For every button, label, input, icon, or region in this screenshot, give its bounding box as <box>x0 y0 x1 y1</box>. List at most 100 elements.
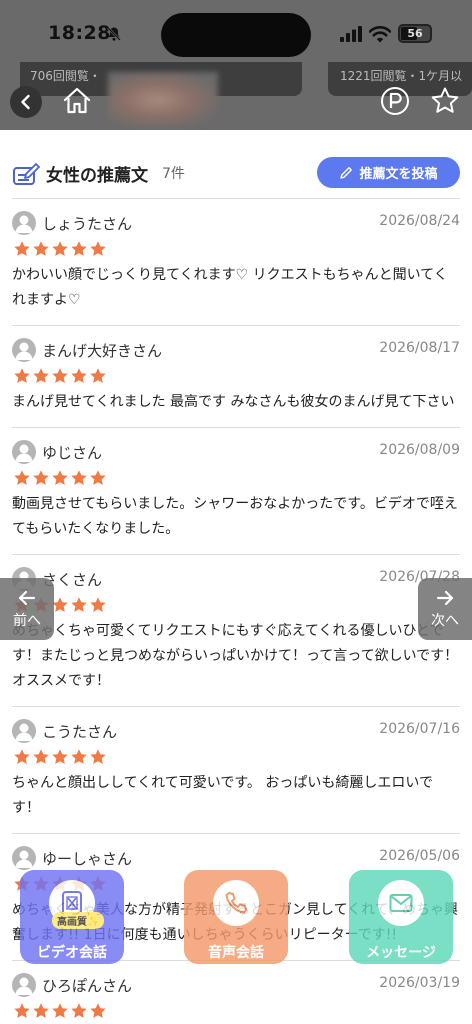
avatar-icon <box>12 846 36 870</box>
star-rating <box>12 364 460 388</box>
prev-label: 前へ <box>13 613 41 629</box>
voice-call-button[interactable]: 音声会話 <box>184 870 288 964</box>
star-icon <box>90 597 106 612</box>
star-icon <box>71 241 87 256</box>
favorite-button[interactable] <box>428 84 462 118</box>
review-date: 2026/03/19 <box>379 975 460 991</box>
voice-call-label: 音声会話 <box>208 945 264 961</box>
chevron-left-icon <box>21 94 30 110</box>
review-date: 2026/08/17 <box>379 340 460 356</box>
next-button[interactable]: 次へ <box>418 578 472 640</box>
review-item: まんげ大好きさん 2026/08/17 まんげ見せてくれました 最高です みなさんも… <box>12 325 460 427</box>
review-text: 動画見させてもらいました。シャワーおなよかったです。ビデオで咥えてもらいたくなり… <box>12 496 458 537</box>
star-rating <box>12 466 460 490</box>
review-header: ゆーしゃさん 2026/05/06 <box>12 844 460 872</box>
star-icon <box>52 470 68 485</box>
star-icon <box>71 1003 87 1018</box>
top-header: 706回閲覧・ 1221回閲覧・1ケ月以 18:28 56 <box>0 0 472 130</box>
star-icon <box>33 1003 49 1018</box>
reviewer-name: まんげ大好きさん <box>42 342 163 360</box>
review-date: 2026/07/16 <box>379 721 460 737</box>
battery-icon: 56 <box>398 24 432 43</box>
bell-off-icon <box>107 27 121 41</box>
star-icon <box>33 368 49 383</box>
reviewer-name: こうたさん <box>42 723 118 741</box>
profile-photo-blurred <box>108 72 218 128</box>
home-button[interactable] <box>60 84 94 118</box>
video-call-button[interactable]: 高画質✨ ビデオ会話 <box>20 870 124 964</box>
post-recommendation-button[interactable]: 推薦文を投稿 <box>317 157 460 188</box>
star-icon <box>14 470 30 485</box>
star-icon <box>14 368 30 383</box>
section-title: 女性の推薦文 <box>46 166 148 186</box>
star-icon <box>90 470 106 485</box>
phone-icon <box>225 892 247 914</box>
thumb-views-text: 706回閲覧・ <box>30 69 101 83</box>
signal-icon <box>340 26 362 42</box>
star-icon <box>33 470 49 485</box>
review-item: ゆじさん 2026/08/09 動画見させてもらいました。シャワーおなよかったです。… <box>12 427 460 554</box>
star-icon <box>52 368 68 383</box>
point-button[interactable] <box>380 86 410 116</box>
review-date: 2026/08/09 <box>379 442 460 458</box>
status-bar: 18:28 56 <box>0 0 472 62</box>
star-icon <box>90 368 106 383</box>
star-rating <box>12 999 460 1023</box>
review-date: 2026/08/24 <box>379 213 460 229</box>
hd-badge: 高画質✨ <box>52 912 105 929</box>
star-icon <box>71 749 87 764</box>
star-outline-icon <box>431 87 459 113</box>
status-time: 18:28 <box>48 22 111 44</box>
reviewer-name: しょうたさん <box>42 215 133 233</box>
review-header: ゆじさん 2026/08/09 <box>12 438 460 466</box>
avatar-icon <box>12 211 36 235</box>
point-p-icon <box>381 87 409 115</box>
star-icon <box>71 368 87 383</box>
star-rating <box>12 745 460 769</box>
review-text: まんげ見せてくれました 最高です みなさんも彼女のまんげ見て下さい <box>12 394 455 410</box>
star-rating <box>12 237 460 261</box>
star-icon <box>71 597 87 612</box>
back-button[interactable] <box>10 86 42 118</box>
review-text: かわいい顔でじっくり見てくれます♡ リクエストもちゃんと聞いてくれますよ♡ <box>12 267 448 308</box>
pencil-icon <box>340 166 353 179</box>
review-text: ちゃんと顔出ししてくれて可愛いです。 おっぱいも綺麗しエロいです！ <box>12 775 433 816</box>
recommend-pen-icon <box>13 163 40 185</box>
review-date: 2026/05/06 <box>379 848 460 864</box>
arrow-left-icon <box>18 590 36 606</box>
prev-button[interactable]: 前へ <box>0 578 54 640</box>
review-header: まんげ大好きさん 2026/08/17 <box>12 336 460 364</box>
review-item: こうたさん 2026/07/16 ちゃんと顔出ししてくれて可愛いです。 おっぱいも綺… <box>12 706 460 833</box>
star-icon <box>90 749 106 764</box>
wifi-icon <box>369 26 391 43</box>
review-item: しょうたさん 2026/08/24 かわいい顔でじっくり見てくれます♡ リクエストも… <box>12 198 460 325</box>
star-icon <box>33 241 49 256</box>
avatar-icon <box>12 973 36 997</box>
avatar-icon <box>12 440 36 464</box>
mail-icon <box>389 894 413 912</box>
next-label: 次へ <box>431 613 459 629</box>
review-header: さくさん 2026/07/28 <box>12 565 460 593</box>
star-icon <box>14 1003 30 1018</box>
star-icon <box>52 749 68 764</box>
dynamic-island <box>161 13 311 57</box>
message-icon-circle <box>378 880 424 926</box>
message-button[interactable]: メッセージ <box>349 870 453 964</box>
star-icon <box>90 241 106 256</box>
star-icon <box>33 749 49 764</box>
review-header: こうたさん 2026/07/16 <box>12 717 460 745</box>
star-icon <box>52 241 68 256</box>
star-rating <box>12 593 460 617</box>
review-count: 7件 <box>162 166 185 182</box>
voice-icon-circle <box>213 880 259 926</box>
recommendation-header: 女性の推薦文 7件 推薦文を投稿 <box>0 150 472 194</box>
reviewer-name: ゆじさん <box>42 444 103 462</box>
reviewer-name: ゆーしゃさん <box>42 850 133 868</box>
reviewer-name: ひろぽんさん <box>42 977 133 995</box>
post-button-label: 推薦文を投稿 <box>359 167 438 182</box>
avatar-icon <box>12 719 36 743</box>
review-item: ひろぽんさん 2026/03/19 <box>12 960 460 1024</box>
arrow-right-icon <box>436 590 454 606</box>
video-call-label: ビデオ会話 <box>37 945 107 961</box>
review-header: ひろぽんさん 2026/03/19 <box>12 971 460 999</box>
